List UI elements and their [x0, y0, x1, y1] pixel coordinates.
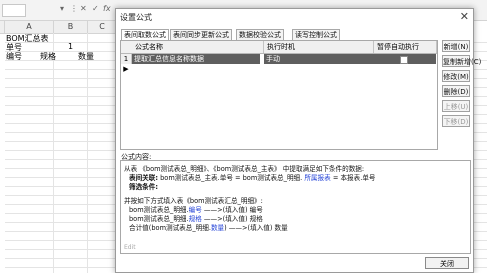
cell-b2[interactable]: 1: [68, 42, 73, 51]
formula-line-map-3: 合计值(bom测试表总_明细.数量) ——>(填入值) 数量: [129, 222, 288, 232]
column-header-b[interactable]: B: [54, 21, 88, 34]
confirm-icon[interactable]: ✓: [92, 4, 99, 13]
move-down-button[interactable]: 下移(D): [442, 115, 470, 127]
cell-c3[interactable]: 数量: [78, 51, 94, 62]
formula-settings-dialog: 设置公式 ✕ 表间取数公式 表间同步更新公式 数据校验公式 读写控制公式 公式名…: [115, 8, 481, 273]
relation-expr: bom测试表总_主表.单号 = bom测试表总_明细.: [160, 174, 303, 182]
row-indicator: 1 ▶: [121, 54, 132, 73]
map-3-source: 合计值(bom测试表总_明细.: [129, 224, 211, 232]
tab-data-validation[interactable]: 数据校验公式: [236, 29, 284, 40]
tab-read-write-control[interactable]: 读写控制公式: [292, 29, 340, 40]
cell-b3[interactable]: 规格: [40, 51, 56, 62]
delete-button[interactable]: 删除(D): [442, 85, 470, 97]
row-formula-name[interactable]: 提取汇总信息名称数据: [132, 54, 260, 64]
header-pause-auto[interactable]: 暂停自动执行: [374, 41, 437, 53]
tab-sync-update[interactable]: 表间同步更新公式: [170, 29, 232, 40]
row-pause-cell: [374, 54, 436, 64]
new-button[interactable]: 新增(N): [442, 40, 470, 52]
filter-label: 筛选条件:: [129, 183, 159, 191]
column-line: [87, 33, 88, 273]
column-header-c[interactable]: C: [88, 21, 117, 34]
formula-line-filter: 筛选条件:: [129, 181, 158, 191]
relation-target: = 本报表.单号: [332, 174, 376, 182]
row-timing[interactable]: 手动: [264, 54, 374, 64]
relation-field: 所属报表: [304, 174, 331, 182]
dropdown-icon[interactable]: ▾: [60, 4, 64, 13]
more-icon[interactable]: ⋮: [70, 4, 78, 13]
header-timing[interactable]: 执行时机: [264, 41, 374, 53]
modify-button[interactable]: 修改(M): [442, 70, 470, 82]
dialog-title: 设置公式: [120, 13, 152, 22]
cancel-icon[interactable]: ✕: [80, 4, 87, 13]
formula-list-panel: 公式名称 执行时机 暂停自动执行 1 ▶ 提取汇总信息名称数据 手动: [120, 40, 438, 150]
move-up-button[interactable]: 上移(U): [442, 100, 470, 112]
formula-content-box[interactable]: 从表 《bom测试表总_明细》、《bom测试表总_主表》 中提取满足如下条件的数…: [120, 160, 471, 254]
table-row[interactable]: 1 ▶ 提取汇总信息名称数据 手动: [121, 54, 437, 73]
dialog-titlebar[interactable]: 设置公式 ✕: [116, 9, 473, 25]
map-3-target: ) ——>(填入值) 数量: [224, 224, 288, 232]
column-line: [53, 33, 54, 273]
map-3-field: 数量: [210, 224, 225, 232]
name-box[interactable]: [2, 4, 26, 17]
cell-a3[interactable]: 编号: [6, 51, 22, 62]
close-icon[interactable]: ✕: [460, 10, 469, 23]
formula-box-footer: Edit: [124, 244, 136, 251]
close-button[interactable]: 关闭: [425, 257, 469, 269]
pause-checkbox[interactable]: [400, 56, 408, 64]
header-formula-name[interactable]: 公式名称: [132, 41, 264, 53]
grid-header: 公式名称 执行时机 暂停自动执行: [121, 41, 437, 54]
function-icon[interactable]: fx: [103, 4, 111, 13]
formula-line-relation: 表间关联: bom测试表总_主表.单号 = bom测试表总_明细. 所属报表 =…: [129, 172, 376, 182]
copy-new-button[interactable]: 复制新增(C): [442, 55, 481, 67]
